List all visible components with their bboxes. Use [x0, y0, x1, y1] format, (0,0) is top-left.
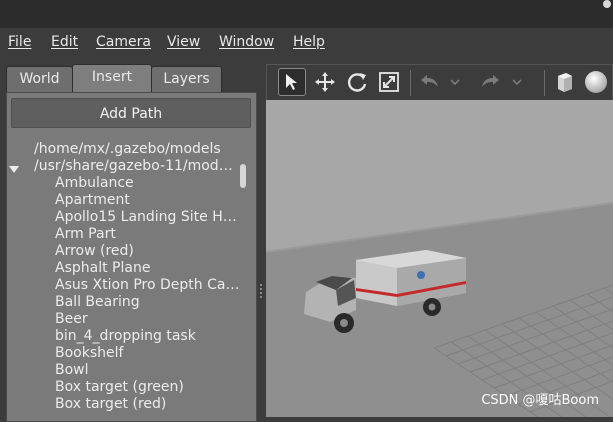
insert-sphere-button[interactable]	[582, 68, 610, 96]
expand-caret-icon[interactable]	[9, 166, 19, 173]
list-item[interactable]: Ball Bearing	[55, 294, 239, 311]
menu-edit[interactable]: Edit	[51, 34, 78, 50]
list-item[interactable]: Apollo15 Landing Site H…	[55, 209, 239, 226]
window-titlebar	[0, 0, 613, 28]
chevron-down-icon	[512, 79, 522, 86]
watermark: CSDN @嗄咕Boom	[481, 393, 599, 408]
list-item[interactable]: Arrow (red)	[55, 243, 239, 260]
undo-icon	[421, 75, 438, 87]
list-item[interactable]: Bookshelf	[55, 345, 239, 362]
path-gazebo-models[interactable]: /usr/share/gazebo-11/mod…	[34, 158, 233, 174]
add-path-button[interactable]: Add Path	[11, 98, 251, 128]
grip-dot	[260, 288, 262, 290]
list-item[interactable]: Bowl	[55, 362, 239, 379]
grip-dot	[260, 292, 262, 294]
list-item[interactable]: Box target (green)	[55, 379, 239, 396]
list-item[interactable]: Ambulance	[55, 175, 239, 192]
list-item[interactable]: Apartment	[55, 192, 239, 209]
translate-icon	[315, 72, 335, 92]
rotate-mode-button[interactable]	[343, 68, 371, 96]
scale-icon	[379, 72, 399, 92]
redo-button[interactable]	[477, 68, 505, 96]
grip-dot	[260, 296, 262, 298]
menu-bar: File Edit Camera View Window Help	[0, 28, 613, 58]
menu-help[interactable]: Help	[293, 34, 325, 50]
box-shape-icon	[558, 73, 572, 92]
chevron-down-icon	[450, 79, 460, 86]
rotate-icon	[348, 73, 367, 92]
tab-world[interactable]: World	[6, 66, 73, 92]
sphere-shape-icon	[585, 71, 607, 93]
select-mode-button[interactable]	[278, 68, 306, 96]
path-home-models[interactable]: /home/mx/.gazebo/models	[34, 141, 221, 157]
menu-window[interactable]: Window	[219, 34, 274, 50]
grip-dot	[260, 284, 262, 286]
redo-history-dropdown[interactable]	[509, 68, 525, 96]
select-arrow-icon	[286, 74, 297, 90]
list-scrollbar[interactable]	[240, 164, 246, 188]
toolbar-separator	[544, 70, 545, 96]
tab-insert[interactable]: Insert	[72, 64, 152, 92]
insert-box-button[interactable]	[550, 68, 578, 96]
undo-button[interactable]	[415, 68, 443, 96]
tab-layers[interactable]: Layers	[151, 66, 222, 92]
menu-file[interactable]: File	[8, 34, 31, 50]
menu-camera[interactable]: Camera	[96, 34, 151, 50]
menu-view[interactable]: View	[167, 34, 200, 50]
scene-toolbar	[266, 64, 613, 100]
scale-mode-button[interactable]	[375, 68, 403, 96]
scene-render	[266, 100, 613, 417]
panel-splitter[interactable]	[259, 58, 264, 417]
toolbar-separator	[410, 70, 411, 96]
list-item[interactable]: Beer	[55, 311, 239, 328]
scene-viewport[interactable]	[266, 100, 613, 417]
model-list: Ambulance Apartment Apollo15 Landing Sit…	[55, 175, 239, 413]
list-item[interactable]: Box target (red)	[55, 396, 239, 413]
list-item[interactable]: Arm Part	[55, 226, 239, 243]
list-item[interactable]: Asphalt Plane	[55, 260, 239, 277]
window-control-icon[interactable]	[603, 0, 611, 8]
list-item[interactable]: Asus Xtion Pro Depth Ca…	[55, 277, 239, 294]
translate-mode-button[interactable]	[311, 68, 339, 96]
list-item[interactable]: bin_4_dropping task	[55, 328, 239, 345]
undo-history-dropdown[interactable]	[447, 68, 463, 96]
redo-icon	[482, 75, 499, 87]
